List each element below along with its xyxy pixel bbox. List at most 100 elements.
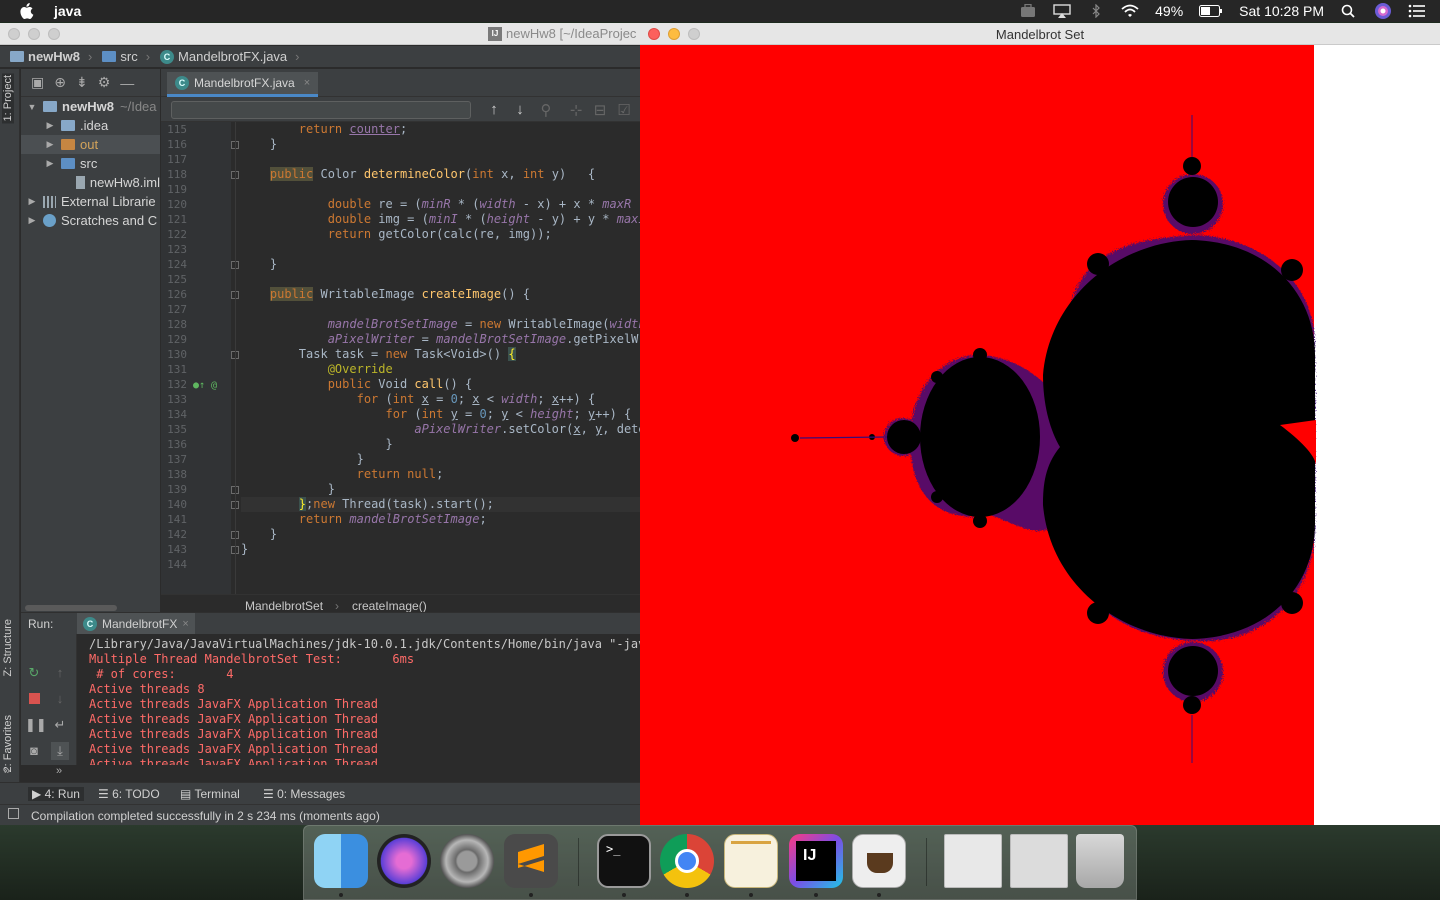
close-window-button[interactable] (8, 28, 20, 40)
crumb-class[interactable]: MandelbrotSet (245, 599, 323, 613)
chevron-right-icon[interactable]: ▶ (25, 215, 39, 226)
code-line[interactable]: } (241, 527, 277, 542)
menubar-clock[interactable]: Sat 10:28 PM (1239, 3, 1324, 19)
tab-run[interactable]: ▶ 4: Run (28, 787, 84, 801)
add-occurrence-icon[interactable]: ⊹ (567, 101, 585, 119)
sublime-text-icon[interactable] (504, 834, 558, 888)
previous-occurrence-icon[interactable]: ↑ (485, 101, 503, 118)
wifi-icon[interactable] (1121, 4, 1139, 18)
notification-center-icon[interactable] (1408, 4, 1426, 18)
code-line[interactable]: return counter; (241, 122, 407, 137)
chevron-right-icon[interactable]: ▶ (43, 139, 57, 150)
find-options-icon[interactable]: ⚲ (537, 101, 555, 119)
editor-tab-mandelbrotfx[interactable]: C MandelbrotFX.java × (167, 72, 319, 97)
code-line[interactable]: public Void call() { (241, 377, 473, 392)
apple-menu-icon[interactable] (20, 3, 34, 19)
pause-icon[interactable]: ❚❚ (25, 716, 47, 734)
code-line[interactable]: for (int y = 0; y < height; y++) { (241, 407, 632, 422)
finder-icon[interactable] (314, 834, 368, 888)
collapse-all-icon[interactable]: ⇟ (76, 74, 88, 91)
code-line[interactable]: return mandelBrotSetImage; (241, 512, 487, 527)
project-tree-item[interactable]: ▶ .idea (21, 116, 160, 135)
system-preferences-icon[interactable] (440, 834, 494, 888)
code-line[interactable]: double re = (minR * (width - x) + x * ma… (241, 197, 631, 212)
scroll-to-end-icon[interactable]: ⤓ (51, 742, 69, 760)
tab-favorites[interactable]: 2: Favorites (2, 715, 14, 772)
rerun-icon[interactable]: ↻ (25, 664, 43, 682)
active-app-name[interactable]: java (54, 3, 81, 19)
code-line[interactable]: for (int x = 0; x < width; x++) { (241, 392, 596, 407)
spotlight-search-icon[interactable] (1340, 4, 1358, 18)
code-line[interactable]: return null; (241, 467, 444, 482)
stop-icon[interactable] (25, 690, 43, 708)
tab-terminal[interactable]: ▤ Terminal (180, 787, 240, 801)
chevron-right-icon[interactable]: ▶ (25, 196, 39, 207)
gear-icon[interactable]: ⚙ (98, 74, 111, 91)
project-tree-item[interactable]: newHw8.iml (21, 173, 160, 192)
console-output[interactable]: /Library/Java/JavaVirtualMachines/jdk-10… (89, 637, 640, 765)
camera-icon[interactable]: ◙ (25, 742, 43, 760)
code-line[interactable]: public Color determineColor(int x, int y… (241, 167, 595, 182)
close-tab-icon[interactable]: × (304, 77, 310, 89)
breadcrumb-project[interactable]: newHw8 › (10, 49, 92, 64)
mandelbrot-title-bar[interactable]: Mandelbrot Set (640, 23, 1440, 45)
code-line[interactable]: double img = (minI * (height - y) + y * … (241, 212, 640, 227)
java-icon[interactable] (852, 834, 906, 888)
minimize-window-button[interactable] (28, 28, 40, 40)
project-horizontal-scrollbar[interactable] (25, 605, 117, 611)
intellij-icon[interactable]: IJ (789, 834, 843, 888)
airplay-icon[interactable] (1053, 4, 1071, 18)
chevron-right-icon[interactable]: ▶ (43, 158, 57, 169)
terminal-icon[interactable]: >_ (597, 834, 651, 888)
breadcrumb-file[interactable]: C MandelbrotFX.java › (160, 49, 300, 64)
code-area[interactable]: 115 116 117 118 119 120 121 122 123 124 125 126 127 1… (161, 122, 640, 594)
code-line[interactable]: mandelBrotSetImage = new WritableImage(w… (241, 317, 640, 332)
code-line[interactable]: } (241, 482, 335, 497)
code-line[interactable]: @Override (241, 362, 393, 377)
chevron-down-icon[interactable]: ▼ (25, 102, 39, 112)
code-line[interactable]: Task task = new Task<Void>() { (241, 347, 516, 362)
code-line[interactable]: } (241, 137, 277, 152)
siri-dock-icon[interactable] (377, 834, 431, 888)
project-view-icon[interactable]: ▣ (31, 74, 44, 91)
chrome-icon[interactable] (660, 834, 714, 888)
ide-title-bar[interactable]: IJ newHw8 [~/IdeaProjec (0, 23, 640, 45)
more-actions-icon[interactable]: » (56, 765, 70, 779)
code-line[interactable]: };new Thread(task).start(); (241, 497, 640, 512)
breadcrumb-src[interactable]: src › (102, 49, 150, 64)
code-line[interactable]: } (241, 437, 392, 452)
scroll-up-icon[interactable]: ↑ (51, 664, 69, 682)
code-line[interactable]: } (241, 257, 277, 272)
battery-icon[interactable] (1199, 4, 1223, 18)
code-line[interactable]: aPixelWriter.setColor(x, y, determ (241, 422, 640, 437)
project-tree-item[interactable]: ▶ External Librarie (21, 192, 160, 211)
tab-structure[interactable]: Z: Structure (2, 619, 14, 676)
documents-stack-icon[interactable] (944, 834, 1002, 888)
next-occurrence-icon[interactable]: ↓ (511, 101, 529, 118)
close-tab-icon[interactable]: × (182, 618, 188, 630)
textedit-icon[interactable] (724, 834, 778, 888)
remove-occurrence-icon[interactable]: ⊟ (591, 101, 609, 119)
select-all-occurrences-icon[interactable]: ☑ (615, 101, 633, 119)
code-line[interactable]: } (241, 542, 248, 557)
soft-wrap-icon[interactable]: ↵ (51, 716, 69, 734)
project-tree-item[interactable]: ▶ src (21, 154, 160, 173)
find-input[interactable] (171, 101, 471, 119)
more-tools-icon[interactable]: » (4, 765, 18, 779)
briefcase-icon[interactable] (1019, 4, 1037, 18)
code-line[interactable]: return getColor(calc(re, img)); (241, 227, 552, 242)
crumb-method[interactable]: createImage() (352, 599, 427, 613)
tab-messages[interactable]: ☰ 0: Messages (263, 787, 345, 801)
project-tree-item[interactable]: ▶ Scratches and C (21, 211, 160, 230)
run-config-tab[interactable]: C MandelbrotFX × (77, 613, 195, 635)
code-line[interactable]: aPixelWriter = mandelBrotSetImage.getPix… (241, 332, 639, 347)
downloads-stack-icon[interactable] (1010, 834, 1068, 888)
siri-icon[interactable] (1374, 2, 1392, 20)
project-tree-item[interactable]: ▼ newHw8 ~/Idea (21, 97, 160, 116)
tab-project[interactable]: 1: Project (2, 73, 14, 124)
override-marker-icon[interactable]: ●↑ @ (193, 378, 217, 393)
code-line[interactable]: public WritableImage createImage() { (241, 287, 530, 302)
zoom-window-button[interactable] (48, 28, 60, 40)
bluetooth-icon[interactable] (1087, 4, 1105, 18)
project-tree-item[interactable]: ▶ out (21, 135, 160, 154)
